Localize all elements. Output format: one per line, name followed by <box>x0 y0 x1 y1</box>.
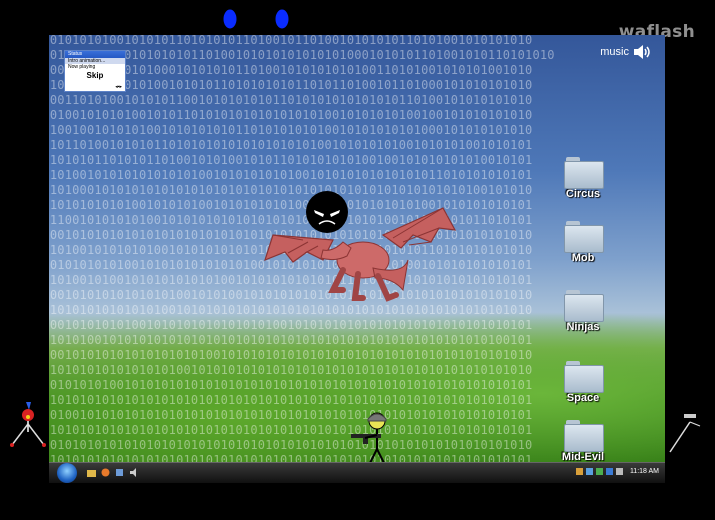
ninja-stick-figure[interactable] <box>666 412 706 457</box>
dragon-creature[interactable] <box>263 190 458 310</box>
skip-button[interactable]: Skip <box>65 71 125 80</box>
folder-icon <box>564 221 604 253</box>
music-label: music <box>600 46 629 58</box>
status-item-now-playing: Now playing <box>68 64 96 70</box>
start-button[interactable] <box>57 463 77 483</box>
speaker-icon[interactable] <box>633 44 653 60</box>
desktop-screen: 1001010101001010101101010101101001011010… <box>49 35 665 483</box>
media-controls[interactable]: ◂▪▸ <box>115 84 122 90</box>
folder-circus[interactable]: Circus <box>548 157 618 200</box>
folder-icon <box>564 157 604 189</box>
folder-mid-evil[interactable]: Mid-Evil <box>548 420 618 463</box>
folder-icon <box>564 361 604 393</box>
volume-icon[interactable] <box>615 468 623 475</box>
system-tray: 11:18 AM <box>575 468 659 475</box>
clown-stick-figure[interactable] <box>8 400 50 455</box>
folder-mob[interactable]: Mob <box>548 221 618 264</box>
update-icon[interactable] <box>595 468 603 475</box>
taskbar: 11:18 AM <box>49 462 665 483</box>
media-quick-launch-icon[interactable] <box>115 468 124 477</box>
shield-icon[interactable] <box>575 468 583 475</box>
messenger-icon[interactable] <box>605 468 613 475</box>
volume-quick-launch-icon[interactable] <box>129 468 138 477</box>
folder-ninjas[interactable]: Ninjas <box>548 290 618 333</box>
status-window-title: Status <box>65 51 125 58</box>
masked-head[interactable] <box>305 190 349 236</box>
browser-quick-launch-icon[interactable] <box>101 468 110 477</box>
folder-space[interactable]: Space <box>548 361 618 404</box>
folder-icon <box>564 420 604 452</box>
folder-quick-launch-icon[interactable] <box>87 468 96 477</box>
status-window[interactable]: Status Intro animation... Now playing Sk… <box>64 50 126 92</box>
taskbar-clock: 11:18 AM <box>629 468 659 475</box>
folder-icon <box>564 290 604 322</box>
network-icon[interactable] <box>585 468 593 475</box>
music-toggle[interactable]: music <box>600 44 653 60</box>
